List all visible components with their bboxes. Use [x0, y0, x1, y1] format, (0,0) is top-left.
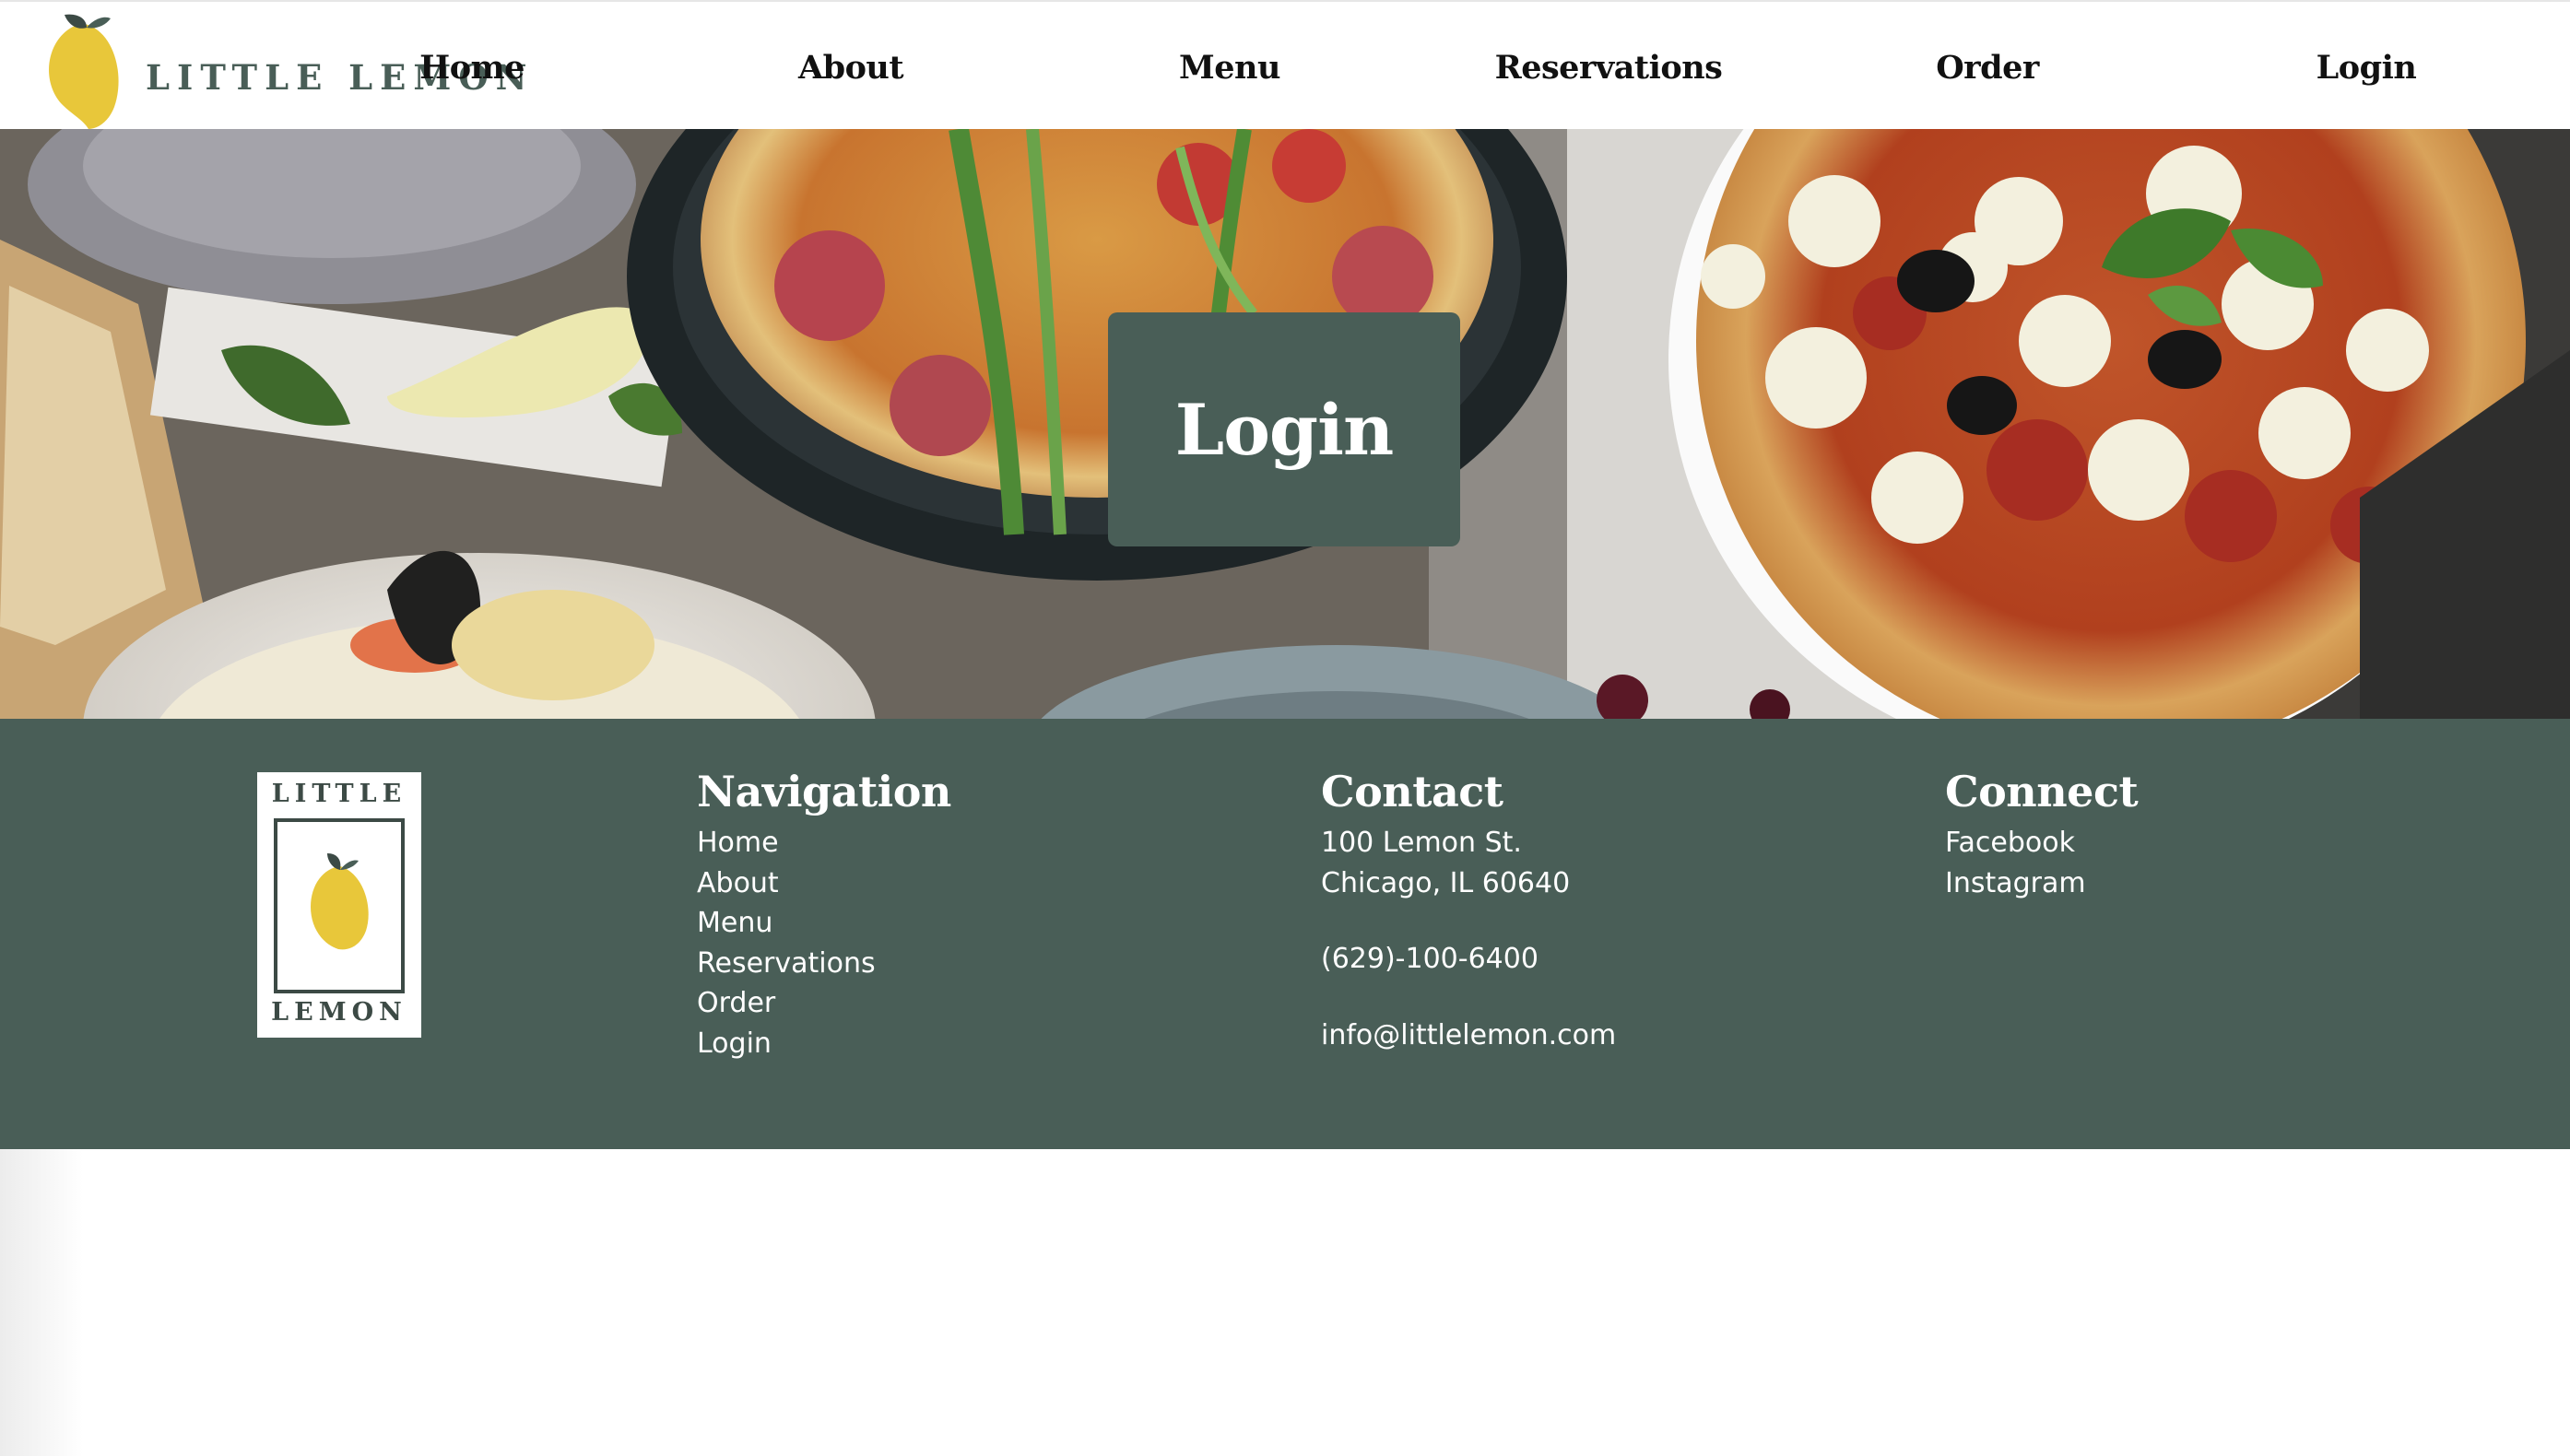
contact-address-line2: Chicago, IL 60640 — [1321, 866, 1571, 899]
footer-link-home[interactable]: Home — [697, 823, 951, 863]
footer-contact-heading: Contact — [1321, 767, 1503, 816]
footer-connect-heading: Connect — [1945, 767, 2139, 816]
contact-phone: (629)-100-6400 — [1321, 943, 1538, 976]
footer-logo-top-word: LITTLE — [271, 780, 407, 808]
footer-link-order[interactable]: Order — [697, 983, 951, 1024]
footer-logo-bottom-word: LEMON — [271, 998, 407, 1027]
footer-contact: Contact 100 Lemon St. Chicago, IL 60640 … — [1321, 767, 1616, 1055]
footer-navigation: Navigation Home About Menu Reservations … — [697, 767, 951, 1063]
nav-item-menu[interactable]: Menu — [1082, 49, 1377, 87]
hero-title-card: Login — [1108, 312, 1460, 546]
nav-item-reservations[interactable]: Reservations — [1461, 49, 1756, 87]
footer-link-instagram[interactable]: Instagram — [1945, 863, 2138, 904]
nav-item-login[interactable]: Login — [2219, 49, 2514, 87]
footer-navigation-heading: Navigation — [697, 767, 951, 816]
nav-item-home[interactable]: Home — [324, 49, 619, 87]
footer-connect: Connect Facebook Instagram — [1945, 767, 2139, 904]
contact-email: info@littlelemon.com — [1321, 1018, 1617, 1051]
page-title: Login — [1174, 388, 1394, 471]
footer-link-reservations[interactable]: Reservations — [697, 944, 951, 984]
contact-address-line1: 100 Lemon St. — [1321, 827, 1522, 860]
nav-item-about[interactable]: About — [703, 49, 998, 87]
lemon-logo-icon — [274, 818, 405, 993]
footer-logo: LITTLE LEMON — [257, 772, 421, 1038]
footer-link-facebook[interactable]: Facebook — [1945, 823, 2138, 863]
footer-link-menu[interactable]: Menu — [697, 903, 951, 944]
footer-link-login[interactable]: Login — [697, 1024, 951, 1064]
page-edge-shadow — [0, 1149, 83, 1456]
footer-link-about[interactable]: About — [697, 863, 951, 904]
hero-banner: Login — [0, 129, 2570, 719]
main-nav: Home About Menu Reservations Order Login — [324, 2, 2514, 131]
nav-item-order[interactable]: Order — [1840, 49, 2135, 87]
site-header: LITTLE LEMON Home About Menu Reservation… — [0, 0, 2570, 129]
site-footer: LITTLE LEMON Navigation Home About Menu … — [0, 719, 2570, 1149]
lemon-logo-icon — [49, 14, 119, 129]
